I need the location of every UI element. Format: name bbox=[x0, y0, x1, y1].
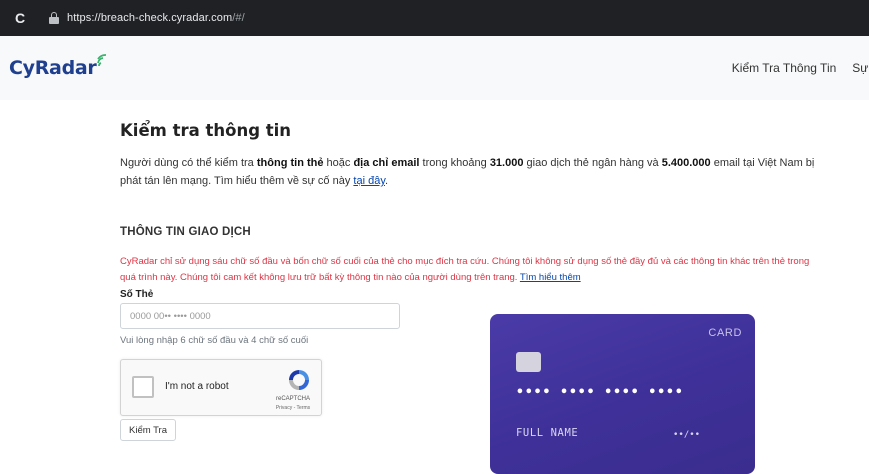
recaptcha-brand: reCAPTCHA bbox=[275, 396, 310, 402]
recaptcha-label: I'm not a robot bbox=[165, 381, 229, 392]
card-number-input[interactable] bbox=[120, 303, 400, 329]
learn-more-link[interactable]: Tìm hiểu thêm bbox=[520, 272, 581, 283]
recaptcha-widget: I'm not a robot reCAPTCHA Privacy - Term… bbox=[120, 359, 322, 416]
card-label: CARD bbox=[708, 327, 742, 339]
lock-icon[interactable] bbox=[49, 12, 59, 24]
check-button[interactable]: Kiểm Tra bbox=[120, 419, 177, 441]
page-title: Kiểm tra thông tin bbox=[120, 121, 292, 140]
nav-links: Kiểm Tra Thông Tin Sự Cố bbox=[732, 61, 869, 75]
section-title: THÔNG TIN GIAO DỊCH bbox=[120, 226, 251, 238]
browser-toolbar: C https://breach-check.cyradar.com/#/ bbox=[0, 0, 869, 36]
incident-link[interactable]: tại đây bbox=[353, 175, 385, 187]
recaptcha-logo-icon bbox=[289, 370, 309, 390]
reload-icon[interactable]: C bbox=[15, 10, 35, 26]
url-path: /#/ bbox=[232, 12, 245, 24]
address-bar[interactable]: https://breach-check.cyradar.com/#/ bbox=[67, 12, 245, 24]
site-navbar: CyRadar Kiểm Tra Thông Tin Sự Cố bbox=[0, 36, 869, 100]
cyradar-logo[interactable]: CyRadar bbox=[9, 54, 109, 79]
recaptcha-checkbox[interactable] bbox=[132, 376, 154, 398]
nav-link-check-info[interactable]: Kiểm Tra Thông Tin bbox=[732, 61, 837, 75]
nav-link-incident[interactable]: Sự Cố bbox=[852, 61, 869, 75]
logo-text: CyRadar bbox=[9, 57, 97, 79]
card-number-display: •••• •••• •••• •••• bbox=[516, 385, 684, 400]
card-number-label: Số Thẻ bbox=[120, 289, 154, 300]
recaptcha-terms[interactable]: Privacy - Terms bbox=[269, 405, 317, 411]
card-chip-icon bbox=[516, 352, 541, 372]
card-preview: CARD •••• •••• •••• •••• FULL NAME ••/•• bbox=[490, 314, 755, 474]
signal-icon bbox=[97, 54, 107, 67]
url-host: https://breach-check.cyradar.com bbox=[67, 12, 233, 24]
privacy-notice: CyRadar chỉ sử dụng sáu chữ số đầu và bố… bbox=[120, 256, 810, 283]
card-expiry-display: ••/•• bbox=[673, 430, 701, 440]
intro-paragraph: Người dùng có thể kiểm tra thông tin thẻ… bbox=[120, 157, 815, 187]
card-holder-display: FULL NAME bbox=[516, 427, 579, 439]
